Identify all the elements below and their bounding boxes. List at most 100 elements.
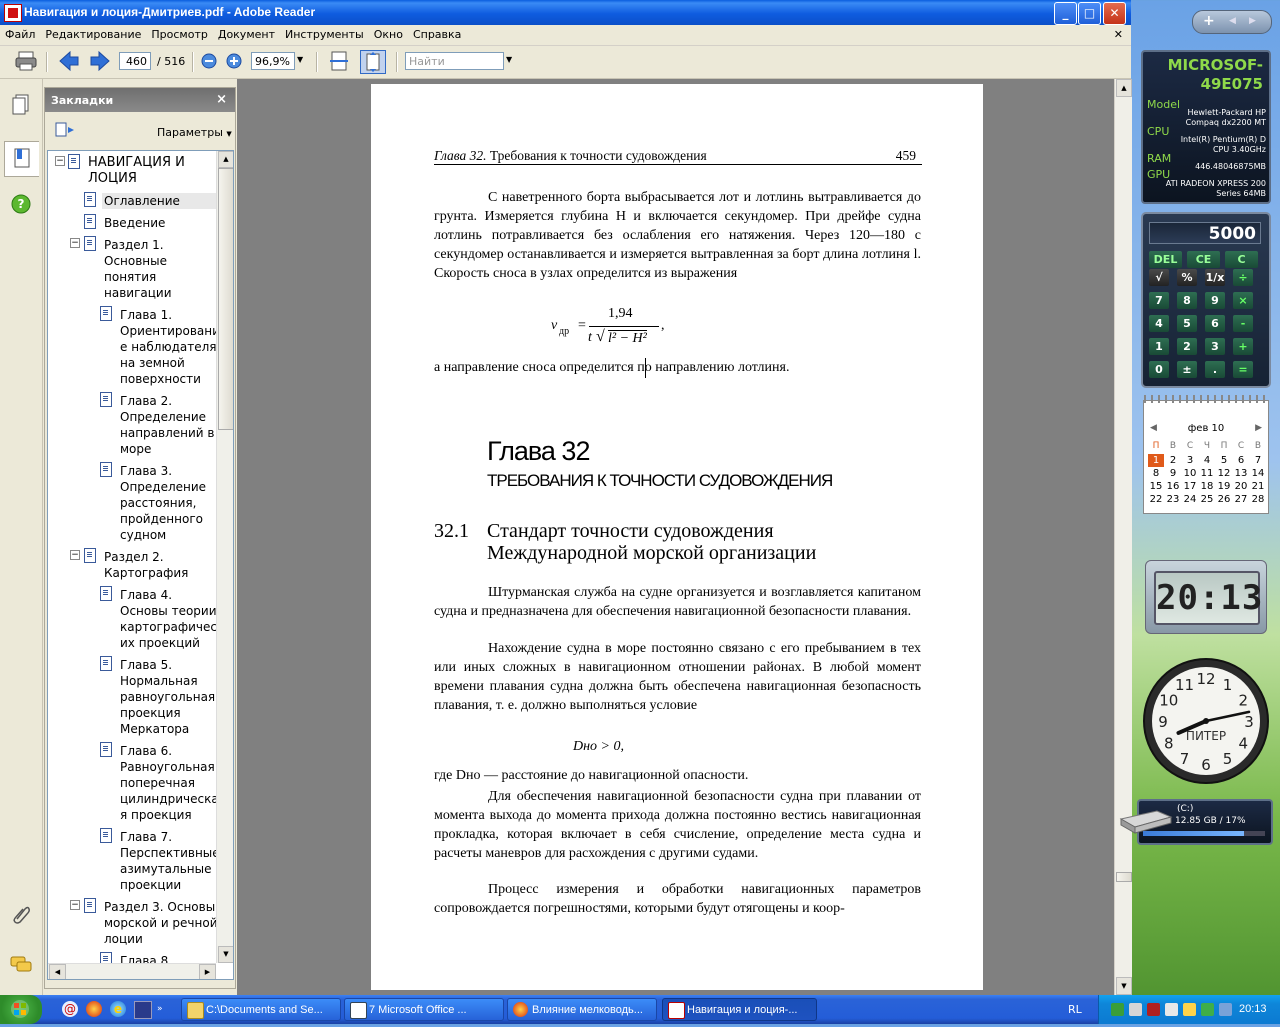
calendar-day[interactable]: 7	[1250, 454, 1266, 467]
document-view[interactable]: Глава 32. Требования к точности судовожд…	[237, 79, 1114, 995]
calc-key[interactable]: 6	[1205, 315, 1225, 332]
calendar-day[interactable]: 12	[1216, 467, 1232, 480]
scroll-up-icon[interactable]: ▲	[218, 151, 233, 168]
task-office[interactable]: 7 Microsoft Office ...	[344, 998, 504, 1021]
document-close-button[interactable]: ✕	[1114, 28, 1123, 41]
calendar-day[interactable]: 5	[1216, 454, 1232, 467]
title-bar[interactable]: Навигация и лоция-Дмитриев.pdf - Adobe R…	[0, 0, 1131, 25]
safely-remove-icon[interactable]	[1129, 1003, 1142, 1016]
calc-key[interactable]: +	[1233, 338, 1253, 355]
calc-key[interactable]: 9	[1205, 292, 1225, 309]
scroll-right-icon[interactable]: ▶	[199, 964, 216, 979]
menu-document[interactable]: Документ	[213, 25, 280, 41]
bookmark-options-icon[interactable]	[55, 122, 75, 141]
menu-file[interactable]: Файл	[0, 25, 40, 41]
calc-key[interactable]: %	[1177, 269, 1197, 286]
collapse-icon[interactable]: −	[70, 900, 80, 910]
calendar-day[interactable]: 22	[1148, 493, 1164, 506]
next-gadget-icon[interactable]: ▶	[1249, 16, 1256, 26]
calc-key[interactable]: 8	[1177, 292, 1197, 309]
calc-key[interactable]: ±	[1177, 361, 1197, 378]
bookmarks-panel-icon[interactable]	[4, 141, 39, 177]
calendar-day[interactable]: 26	[1216, 493, 1232, 506]
network-icon[interactable]	[1111, 1003, 1124, 1016]
calc-key[interactable]: CE	[1187, 251, 1220, 268]
fit-page-icon[interactable]	[360, 50, 386, 74]
close-button[interactable]: ✕	[1103, 2, 1126, 25]
help-icon[interactable]: ?	[8, 193, 34, 219]
collapse-icon[interactable]: −	[55, 156, 65, 166]
fit-width-icon[interactable]	[327, 50, 351, 72]
bookmark-intro[interactable]: Введение	[104, 215, 165, 231]
menu-help[interactable]: Справка	[408, 25, 466, 41]
calendar-day[interactable]: 25	[1199, 493, 1215, 506]
bookmark-chapter-4[interactable]: Глава 4. Основы теории картографическ их…	[120, 587, 224, 651]
bookmarks-vertical-scrollbar[interactable]: ▲ ▼	[216, 151, 233, 963]
search-dropdown-arrow-icon[interactable]: ▼	[506, 55, 512, 77]
previous-page-icon[interactable]	[57, 50, 81, 72]
calc-key[interactable]: 0	[1149, 361, 1169, 378]
scroll-left-icon[interactable]: ◀	[49, 964, 66, 979]
calc-key[interactable]: 4	[1149, 315, 1169, 332]
scroll-down-icon[interactable]: ▼	[218, 946, 233, 963]
calc-key[interactable]: ×	[1233, 292, 1253, 309]
calc-key[interactable]: √	[1149, 269, 1169, 286]
menu-window[interactable]: Окно	[369, 25, 408, 41]
quicklaunch-ie-icon[interactable]: e	[110, 1001, 126, 1017]
bookmark-chapter-7[interactable]: Глава 7. Перспективные азимутальные прое…	[120, 829, 220, 893]
bookmark-chapter-5[interactable]: Глава 5. Нормальная равноугольная проекц…	[120, 657, 215, 737]
language-indicator[interactable]: RL	[1068, 1003, 1082, 1016]
calc-key[interactable]: C	[1225, 251, 1258, 268]
calendar-day[interactable]: 27	[1233, 493, 1249, 506]
display-icon[interactable]	[1219, 1003, 1232, 1016]
calc-key[interactable]: DEL	[1149, 251, 1182, 268]
system-info-gadget[interactable]: MICROSOF- 49E075 Model Hewlett-Packard H…	[1141, 50, 1271, 204]
antivirus-icon[interactable]	[1147, 1003, 1160, 1016]
calendar-day[interactable]: 17	[1182, 480, 1198, 493]
menu-view[interactable]: Просмотр	[146, 25, 212, 41]
bookmark-chapter-6[interactable]: Глава 6. Равноугольная поперечная цилинд…	[120, 743, 219, 823]
bookmarks-close-button[interactable]: ×	[216, 92, 227, 107]
calc-key[interactable]: 2	[1177, 338, 1197, 355]
calendar-day[interactable]: 16	[1165, 480, 1181, 493]
task-adobe-reader[interactable]: Навигация и лоция-...	[662, 998, 817, 1021]
calendar-day[interactable]: 1	[1148, 454, 1164, 467]
calendar-day[interactable]: 3	[1182, 454, 1198, 467]
collapse-icon[interactable]: −	[70, 550, 80, 560]
calendar-next-icon[interactable]: ▶	[1255, 423, 1262, 433]
calendar-day[interactable]: 6	[1233, 454, 1249, 467]
collapse-icon[interactable]: −	[70, 238, 80, 248]
scroll-up-icon[interactable]: ▲	[1116, 79, 1132, 97]
bookmark-section-3[interactable]: Раздел 3. Основы морской и речной лоции	[104, 899, 218, 947]
calc-key[interactable]: -	[1233, 315, 1253, 332]
task-opera[interactable]: Влияние мелководь...	[507, 998, 657, 1021]
zoom-in-icon[interactable]	[226, 53, 242, 75]
calc-key[interactable]: 1/x	[1205, 269, 1225, 286]
calendar-day[interactable]: 9	[1165, 467, 1181, 480]
bookmarks-options-menu[interactable]: Параметры ▼	[157, 126, 232, 139]
calendar-day[interactable]: 20	[1233, 480, 1249, 493]
calendar-day[interactable]: 15	[1148, 480, 1164, 493]
calendar-day[interactable]: 24	[1182, 493, 1198, 506]
calc-key[interactable]: 7	[1149, 292, 1169, 309]
zoom-out-icon[interactable]	[201, 53, 217, 75]
search-input[interactable]: Найти	[405, 52, 504, 70]
bookmark-root[interactable]: НАВИГАЦИЯ И ЛОЦИЯ	[88, 155, 185, 187]
calendar-day[interactable]: 23	[1165, 493, 1181, 506]
calc-key[interactable]: 1	[1149, 338, 1169, 355]
zoom-level-field[interactable]: 96,9%	[251, 52, 295, 70]
document-scrollbar[interactable]: ▲ ▼	[1114, 79, 1132, 995]
calendar-day[interactable]: 4	[1199, 454, 1215, 467]
calendar-day[interactable]: 2	[1165, 454, 1181, 467]
attachments-icon[interactable]	[8, 903, 34, 929]
pages-panel-icon[interactable]	[8, 93, 34, 119]
minimize-button[interactable]: _	[1054, 2, 1077, 25]
calc-key[interactable]: .	[1205, 361, 1225, 378]
calendar-day[interactable]: 19	[1216, 480, 1232, 493]
calc-key[interactable]: 5	[1177, 315, 1197, 332]
volume-icon[interactable]	[1165, 1003, 1178, 1016]
menu-edit[interactable]: Редактирование	[40, 25, 146, 41]
quicklaunch-at-icon[interactable]: @	[62, 1001, 78, 1017]
calendar-day[interactable]: 10	[1182, 467, 1198, 480]
calc-key[interactable]: =	[1233, 361, 1253, 378]
